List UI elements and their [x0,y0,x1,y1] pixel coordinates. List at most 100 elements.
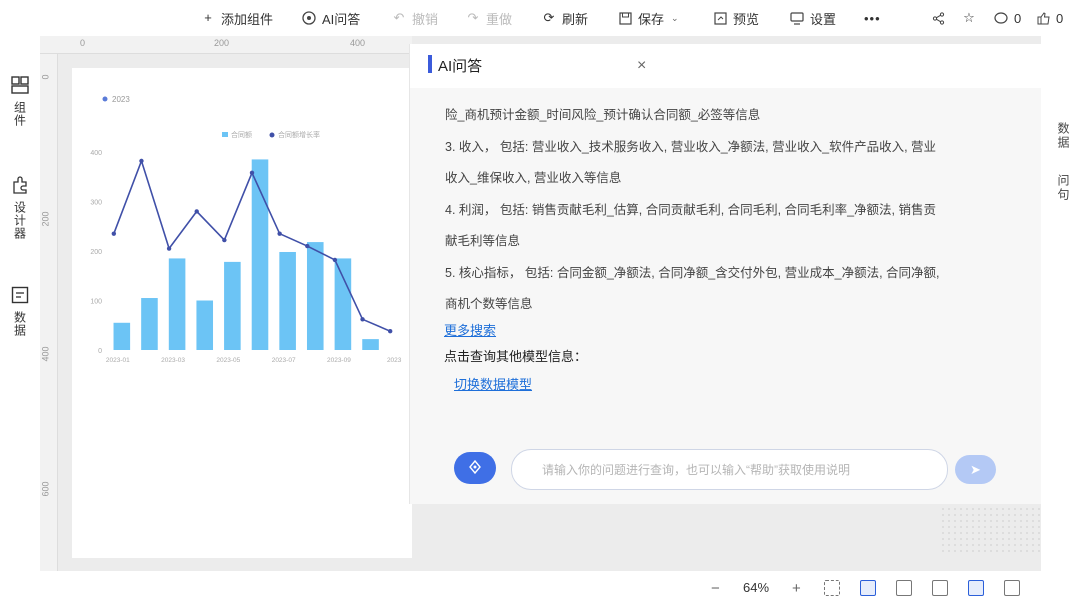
message-line: 4. 利润， 包括: 销售贡献毛利_估算, 合同贡献毛利, 合同毛利, 合同毛利… [445,202,937,217]
line-point [139,158,144,164]
message-line: 献毛利等信息 [445,234,521,248]
tab-ask[interactable]: 问句 [1055,174,1072,202]
canvas-grid [940,500,1040,556]
send-icon: ➤ [970,461,981,477]
y-tick-label: 100 [90,299,102,306]
voice-button[interactable] [454,452,496,484]
bottom-bar: − 64% + [0,571,1080,606]
comment-icon [993,10,1009,26]
line-point [166,246,172,251]
legend-bar-label: 合同额 [231,130,252,139]
share-button[interactable] [930,9,946,27]
switch-model-link[interactable]: 切换数据模型 [454,374,532,393]
x-tick-label: 2023-09 [327,357,351,364]
left-rail: 组件 设计器 数据 [0,36,40,606]
ai-qa-button[interactable]: AI问答 [301,9,360,27]
legend-line-marker [269,132,275,138]
report-page[interactable]: 2023 合同额 合同额增长率 0 100 200 300 400 2023-01 2023-03… [72,68,412,558]
refresh-button[interactable]: ⟳ 刷新 [541,9,588,27]
rail-data[interactable]: 数据 [8,286,32,337]
bar [251,159,269,350]
save-icon [617,10,633,26]
layout-icon[interactable] [932,580,948,596]
ruler-vertical: 0 200 400 600 [40,54,58,571]
combo-chart[interactable]: 2023 合同额 合同额增长率 0 100 200 300 400 2023-01 2023-03… [72,68,412,368]
question-input-box[interactable] [511,449,948,490]
zoom-level[interactable]: 64% [743,580,769,595]
bar [113,322,131,350]
redo-icon: ↷ [467,10,479,25]
favorite-button[interactable]: ☆ [961,9,977,27]
rail-components[interactable]: 组件 [8,76,32,127]
question-input[interactable] [542,462,922,477]
bar [279,251,296,350]
settings-button[interactable]: 设置 [789,9,836,27]
undo-button[interactable]: ↶ 撤销 [391,9,438,27]
x-tick-label: 2023-05 [216,357,240,364]
top-toolbar: + 添加组件 AI问答 ↶ 撤销 ↷ 重做 ⟳ 刷新 保存 ⌄ 预览 设置 ••… [0,0,1080,36]
line-point [332,257,338,263]
monitor-icon [789,10,805,26]
ruler-horizontal: 0 200 400 [40,36,412,54]
line-point [277,231,282,236]
message-line: 收入_维保收入, 营业收入等信息 [445,171,622,185]
y-tick-label: 200 [90,249,102,256]
zoom-in-button[interactable]: + [792,580,801,597]
fullscreen-icon[interactable] [896,580,912,596]
bar [306,242,324,350]
line-point [387,328,393,334]
line-point [111,231,117,236]
ai-icon [301,10,317,26]
ai-panel-title: AI问答 [438,58,483,75]
preview-icon [712,10,728,26]
rail-designer[interactable]: 设计器 [8,176,32,240]
bar [334,258,352,350]
legend-line-label: 合同额增长率 [278,130,320,139]
legend-bar-marker [222,132,228,137]
bar [141,298,158,350]
more-button[interactable]: ••• [864,9,881,27]
components-icon [11,76,29,97]
send-button[interactable]: ➤ [955,455,996,484]
add-component-button[interactable]: + 添加组件 [200,9,273,27]
compass-icon [468,459,482,477]
ai-message: 险_商机预计金额_时间风险_预计确认合同额_必签等信息 3. 收入， 包括: 营… [445,100,965,321]
y-tick-label: 400 [90,150,102,157]
comments-button[interactable]: 0 [993,9,1021,27]
star-icon: ☆ [963,10,975,25]
redo-button[interactable]: ↷ 重做 [465,9,512,27]
x-tick-label: 2023-01 [106,357,130,364]
message-line: 险_商机预计金额_时间风险_预计确认合同额_必签等信息 [445,108,761,122]
more-search-link[interactable]: 更多搜索 [444,320,496,339]
ai-panel-header: AI问答 [410,44,1042,88]
x-tick-label: 2023-07 [272,357,296,364]
preview-button[interactable]: 预览 [712,9,759,27]
legend-marker [102,96,108,102]
x-tick-label: 2023-03 [161,357,185,364]
chevron-down-icon: ⌄ [671,12,679,23]
x-tick-label: 2023 [387,357,402,364]
other-models-text: 点击查询其他模型信息： [444,349,588,364]
thumbs-up-icon [1035,10,1051,26]
line-point [305,243,310,249]
zoom-out-button[interactable]: − [711,580,720,597]
puzzle-icon [11,176,29,197]
data-icon [11,286,29,307]
like-button[interactable]: 0 [1035,9,1063,27]
save-button[interactable]: 保存 ⌄ [617,9,679,27]
share-icon [930,10,946,26]
y-tick-label: 0 [98,348,102,355]
tab-data[interactable]: 数据 [1055,122,1072,150]
table-view-icon[interactable] [968,580,984,596]
fit-icon[interactable] [860,580,876,596]
title-accent [428,55,432,73]
bar [168,258,186,350]
line-point [222,237,227,243]
y-tick-label: 300 [90,200,102,207]
line-point [194,209,199,214]
bar [224,261,241,350]
select-icon[interactable] [824,580,840,596]
grid-view-icon[interactable] [1004,580,1020,596]
close-icon[interactable]: × [637,57,646,75]
bar [196,300,214,350]
